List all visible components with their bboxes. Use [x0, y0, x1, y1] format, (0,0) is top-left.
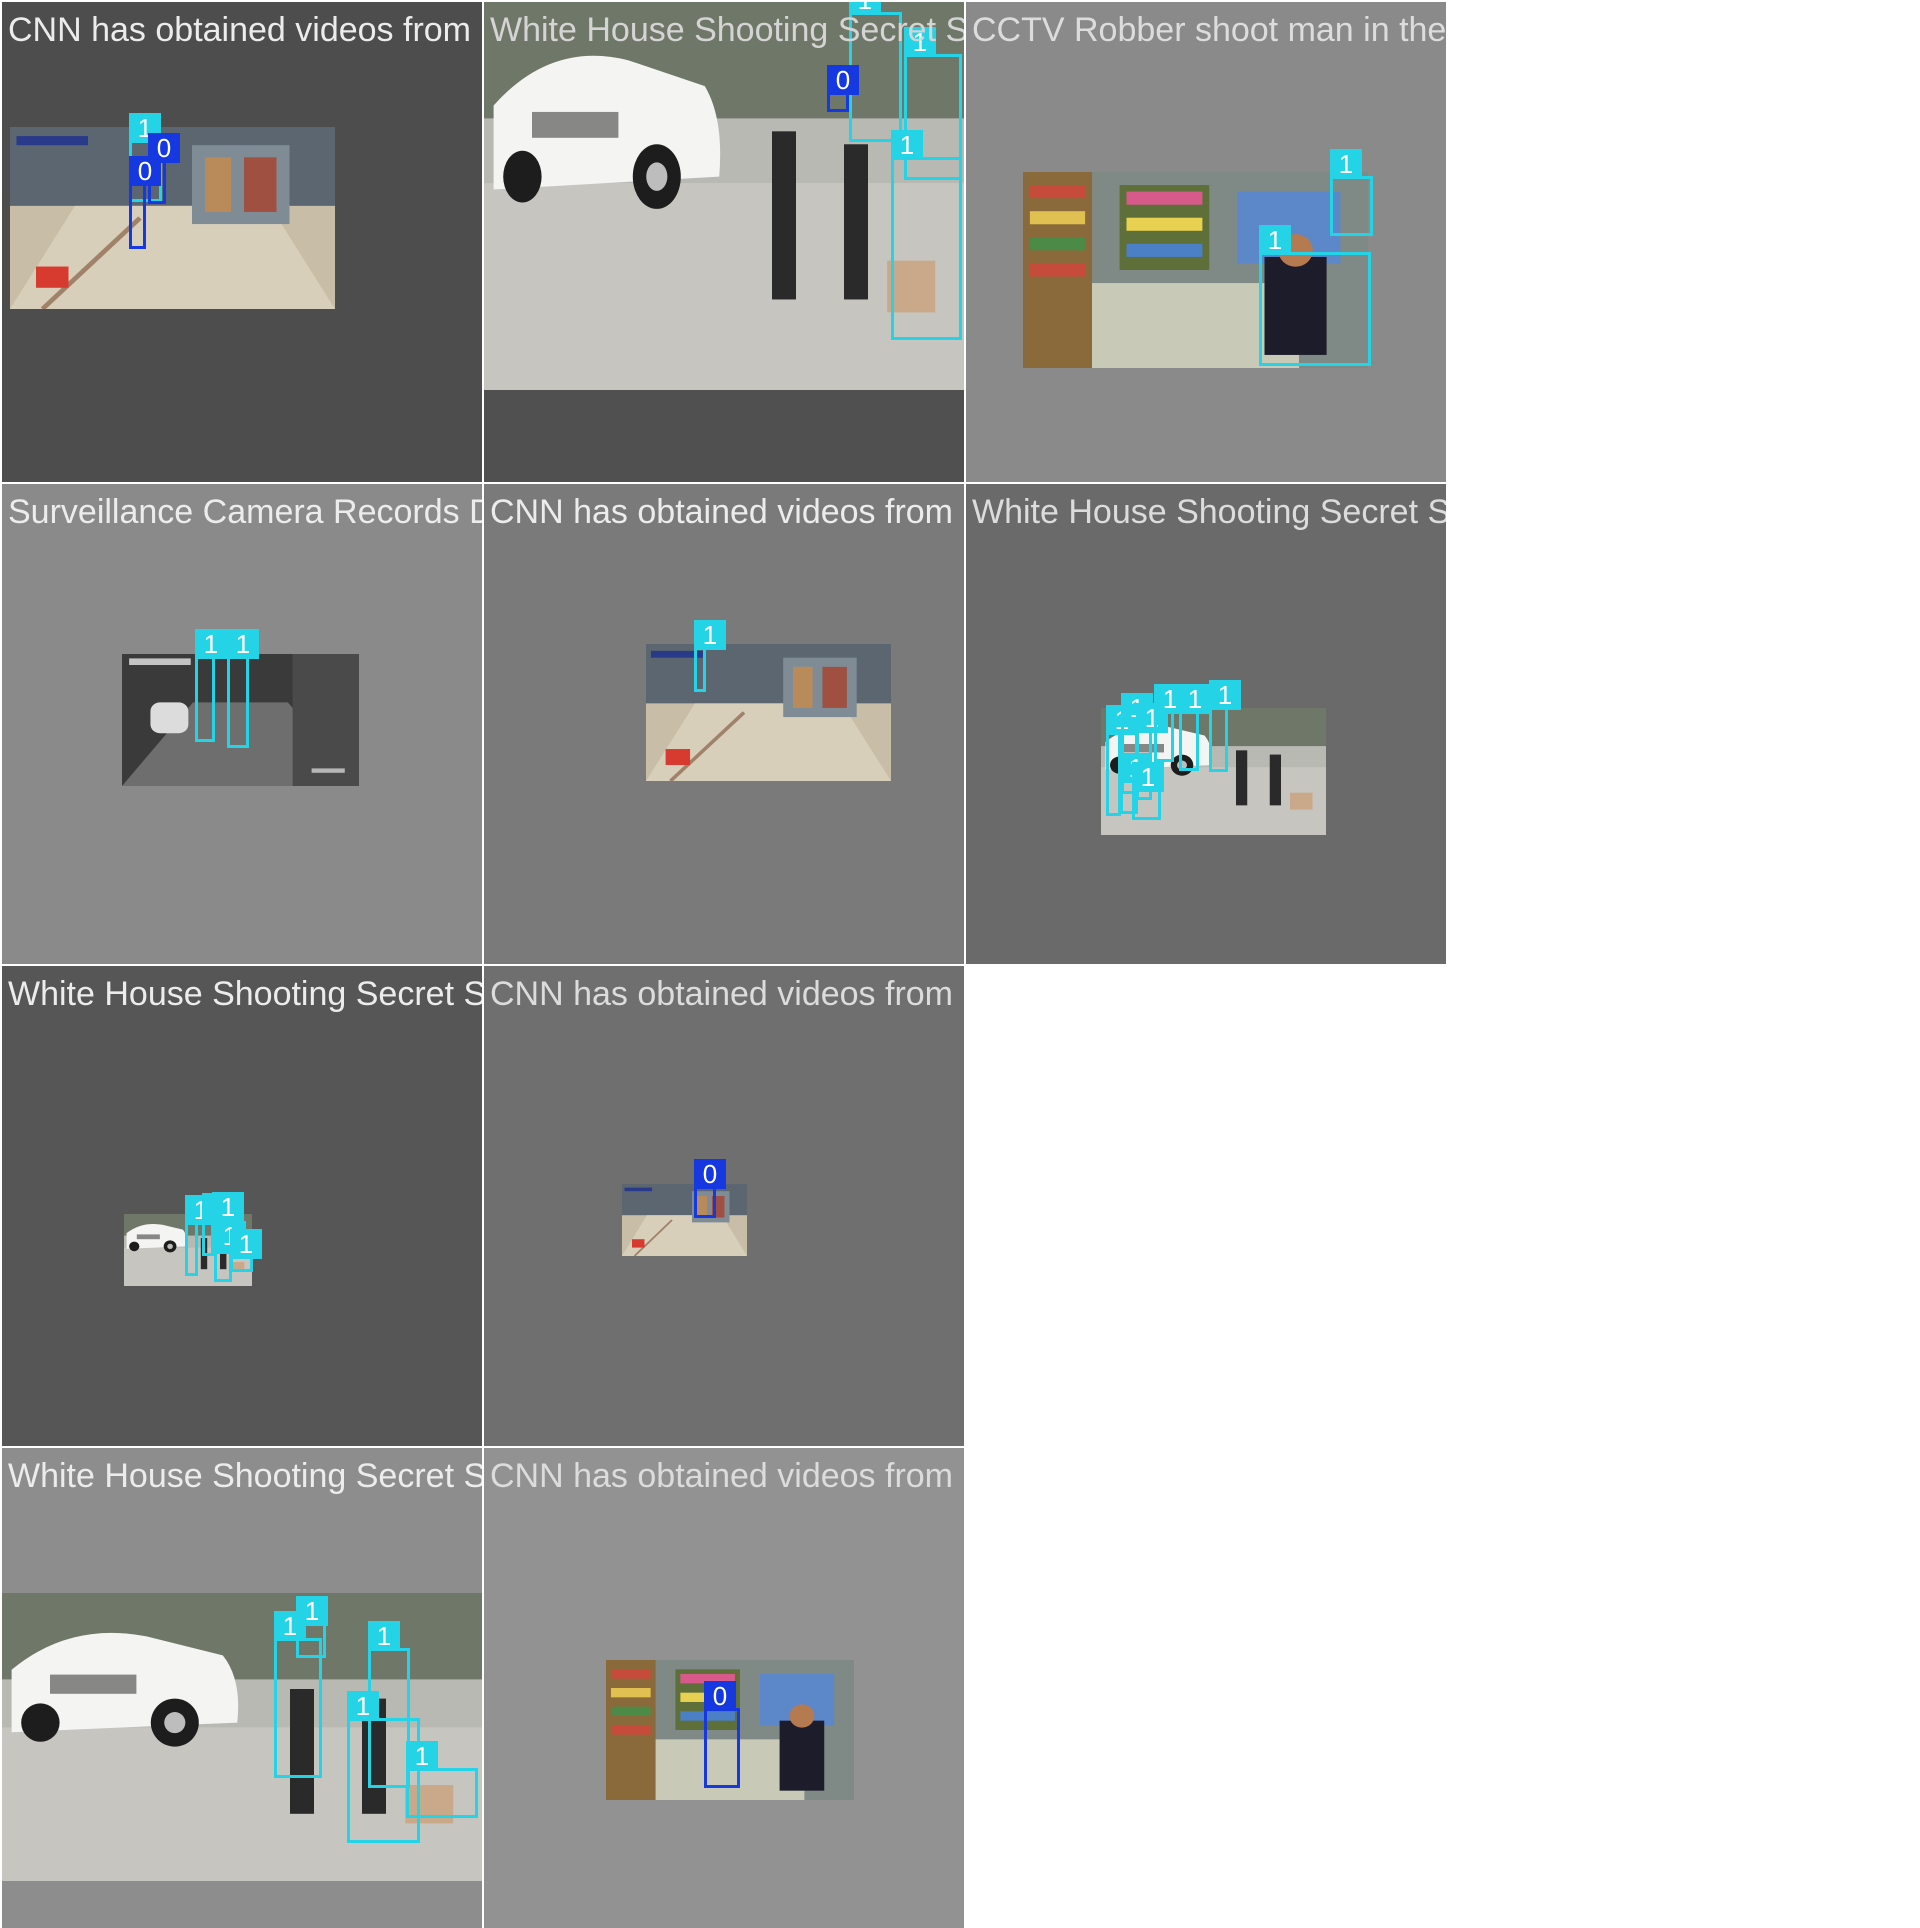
detection-box: 1 [195, 629, 227, 742]
tile-title: CNN has obtained videos from inside the [490, 1457, 964, 1495]
tile-title: CNN has obtained videos from inside the [8, 11, 482, 49]
class-label: 0 [827, 65, 859, 95]
class-label: 1 [891, 130, 923, 160]
tile-title: CNN has obtained videos from inside the [490, 493, 964, 531]
detection-box: 1 [1132, 762, 1164, 820]
class-label: 1 [1259, 225, 1291, 255]
grid-tile: 1 CNN has obtained videos from inside the [484, 484, 964, 964]
detection-box: 1 [1154, 684, 1186, 762]
class-label: 1 [368, 1621, 400, 1651]
class-label: 0 [704, 1681, 736, 1711]
class-label: 1 [1132, 762, 1164, 792]
detection-box: 0 [129, 156, 161, 249]
class-label: 1 [406, 1741, 438, 1771]
detection-box: 1 [296, 1596, 328, 1658]
grid-tile: 11111White House Shooting Secret Service… [2, 966, 482, 1446]
grid-tile: 100CNN has obtained videos from inside t… [2, 2, 482, 482]
grid-tile: 11111White House Shooting Secret Service… [2, 1448, 482, 1928]
class-label: 1 [1209, 680, 1241, 710]
class-label: 0 [694, 1159, 726, 1189]
detection-box: 1 [185, 1195, 217, 1276]
class-label: 1 [694, 620, 726, 650]
tile-title: White House Shooting Secret Service Sho [490, 11, 964, 49]
detection-box: 1 [1209, 680, 1241, 772]
detection-box: 0 [694, 1159, 726, 1218]
tile-title: White House Shooting Secret Service Sho [8, 975, 482, 1013]
video-frame-thumbnail [622, 1184, 747, 1256]
tile-title: CCTV Robber shoot man in the eyes with [972, 11, 1446, 49]
grid-tile: 1 1 CCTV Robber shoot man in the eyes with [966, 2, 1446, 482]
detection-box: 1 [1259, 225, 1371, 366]
detection-box: 1 [227, 629, 259, 748]
grid-tile: 11111111White House Shooting Secret Serv… [966, 484, 1446, 964]
class-label: 1 [227, 629, 259, 659]
detection-box: 0 [704, 1681, 740, 1788]
grid-tile: 0 CNN has obtained videos from inside the [484, 966, 964, 1446]
class-label: 1 [1330, 149, 1362, 179]
class-label: 0 [129, 156, 161, 186]
class-label: 1 [195, 629, 227, 659]
detection-box: 1 [1330, 149, 1373, 236]
detection-box: 1 [230, 1229, 262, 1272]
class-label: 1 [347, 1691, 379, 1721]
tile-title: Surveillance Camera Records Deadly Shoo [8, 493, 482, 531]
grid-tile: 0 CNN has obtained videos from inside the [484, 1448, 964, 1928]
grid-tile: 1011White House Shooting Secret Service … [484, 2, 964, 482]
detection-box: 1 [1106, 705, 1138, 816]
class-label: 1 [230, 1229, 262, 1259]
detection-box: 0 [827, 65, 859, 112]
detection-box: 1 [406, 1741, 478, 1818]
class-label: 1 [212, 1192, 244, 1222]
tile-title: White House Shooting Secret Service Sho [972, 493, 1446, 531]
class-label: 1 [1179, 684, 1211, 714]
grid-tile: 11 Surveillance Camera Records Deadly Sho… [2, 484, 482, 964]
class-label: 1 [296, 1596, 328, 1626]
video-frame-thumbnail [646, 644, 891, 781]
detection-box: 1 [1179, 684, 1211, 771]
detection-box: 1 [694, 620, 726, 692]
detection-grid: 1 0 0 CNN has obtained videos from inside t… [0, 0, 1920, 1928]
tile-title: CNN has obtained videos from inside the [490, 975, 964, 1013]
detection-box: 1 [274, 1611, 322, 1778]
tile-title: White House Shooting Secret Service Sho [8, 1457, 482, 1495]
detection-box: 1 [891, 130, 962, 340]
